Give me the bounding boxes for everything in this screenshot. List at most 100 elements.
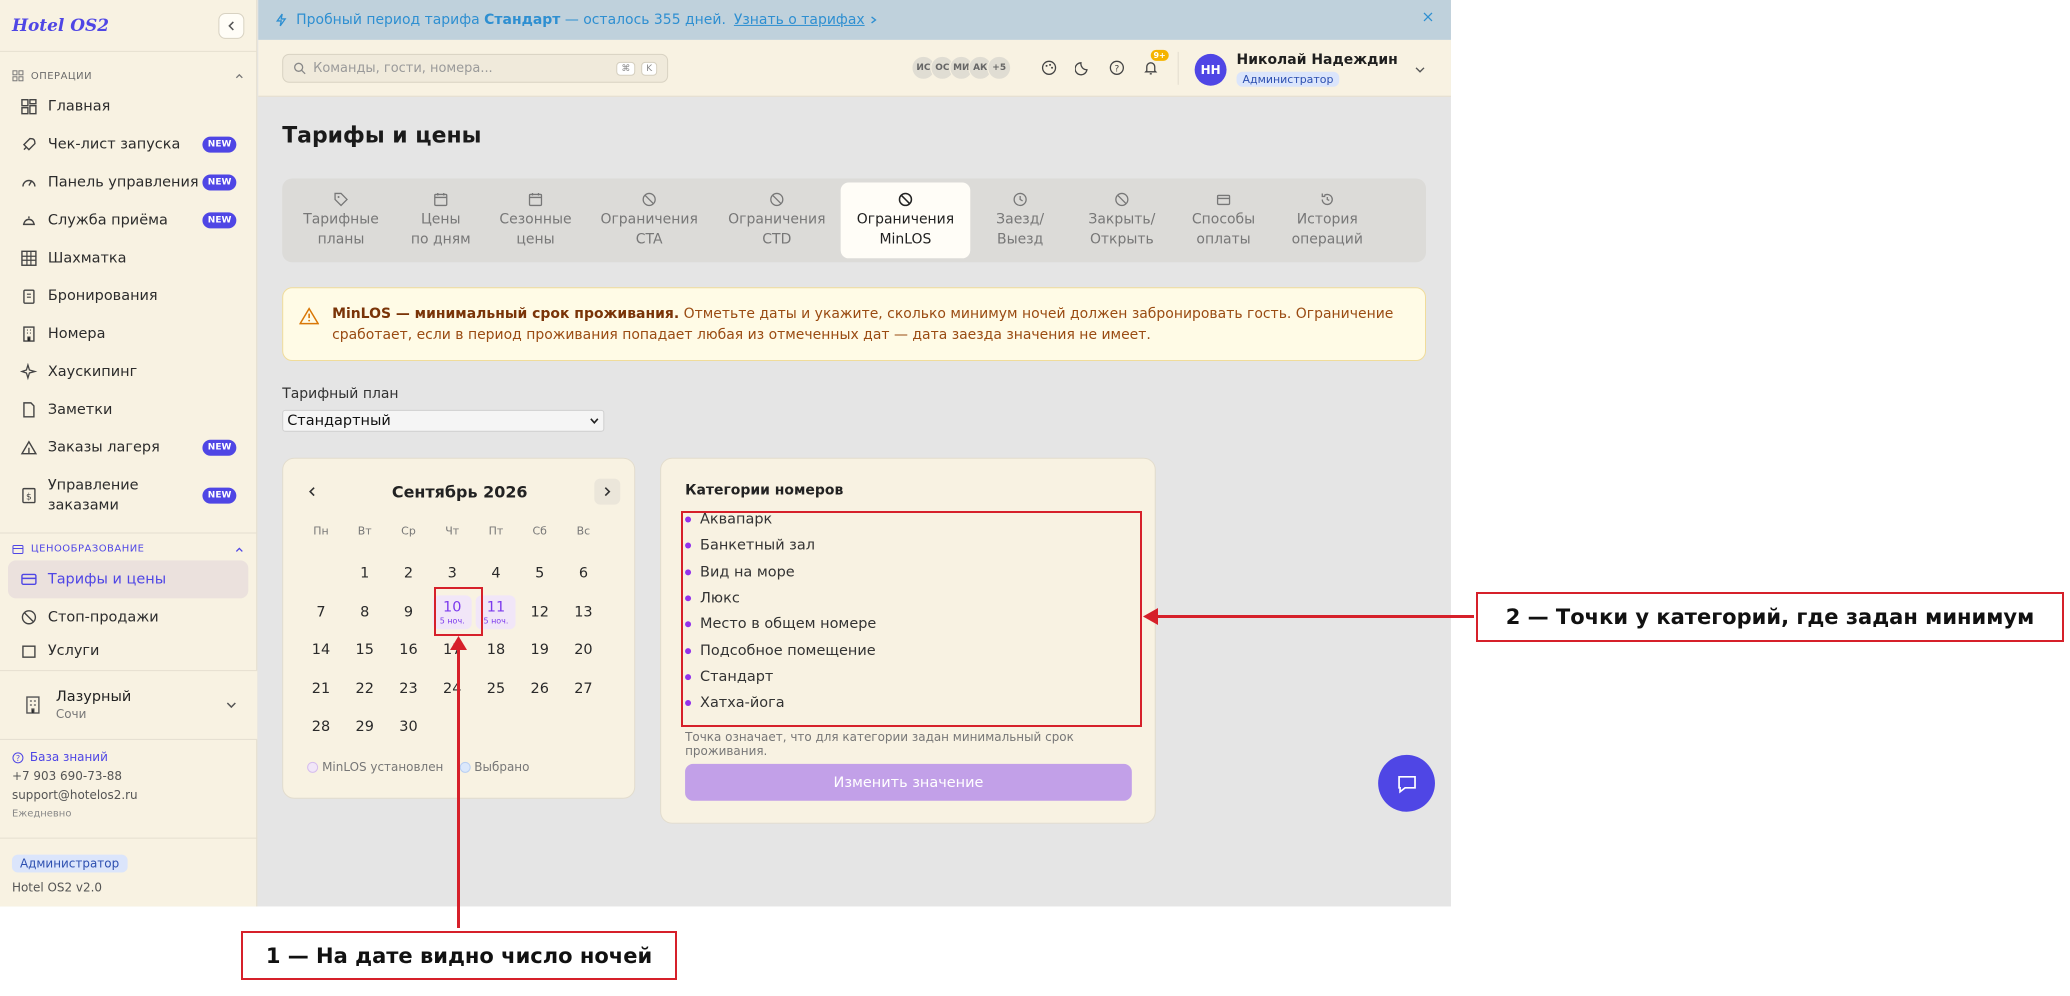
sidebar-item-launch-checklist[interactable]: Чек-лист запуска NEW <box>8 126 248 164</box>
calendar-day[interactable]: 29 <box>345 710 385 744</box>
calendar-day[interactable]: 15 <box>345 633 385 667</box>
calendar-day[interactable]: 24 <box>432 672 472 706</box>
calendar-day[interactable]: 4 <box>476 556 516 590</box>
clipboard-icon <box>23 289 35 304</box>
day-number: 4 <box>491 565 501 582</box>
calendar-day[interactable]: 18 <box>476 633 516 667</box>
calendar-day[interactable]: 23 <box>389 672 429 706</box>
change-value-button[interactable]: Изменить значение <box>685 763 1132 801</box>
calendar-blank <box>299 554 343 592</box>
building-icon <box>23 326 35 342</box>
calendar-day[interactable]: 12 <box>520 595 560 629</box>
sidebar-nav-operations: Главная Чек-лист запуска NEW Панель упра… <box>0 88 256 525</box>
sparkle-icon <box>19 362 38 381</box>
support-email[interactable]: support@hotelos2.ru <box>12 786 138 805</box>
theme-palette-button[interactable] <box>1036 55 1062 81</box>
ban-icon <box>898 192 913 207</box>
sidebar-item-stop-sales[interactable]: Стоп-продажи <box>8 598 248 636</box>
calendar-day[interactable]: 14 <box>301 633 341 667</box>
app-logo[interactable]: Hotel OS2 <box>12 15 109 35</box>
calendar-day[interactable]: 30 <box>389 710 429 744</box>
sidebar-collapse-button[interactable] <box>218 12 245 39</box>
calendar-day[interactable]: 3 <box>432 556 472 590</box>
calendar-day[interactable]: 1 <box>345 556 385 590</box>
calendar-day[interactable]: 13 <box>564 595 604 629</box>
day-number: 6 <box>578 565 589 582</box>
calendar-day[interactable]: 25 <box>476 672 516 706</box>
tab-label-1: Цены <box>420 211 461 228</box>
sidebar-item-housekeeping[interactable]: Хаускипинг <box>8 353 248 391</box>
sidebar-item-rates[interactable]: Тарифы и цены <box>7 560 249 599</box>
tab-rate-plans[interactable]: Тарифные планы <box>286 182 396 258</box>
sidebar-item-chessboard[interactable]: Шахматка <box>8 239 248 277</box>
new-badge: NEW <box>202 487 237 504</box>
notifications-button[interactable]: 9+ <box>1138 49 1169 81</box>
weekday-label: Пн <box>313 524 329 538</box>
day-number: 14 <box>311 642 331 659</box>
next-month-button[interactable] <box>594 478 621 505</box>
sidebar-item-services[interactable]: Услуги <box>8 636 248 666</box>
calendar-day[interactable]: 16 <box>389 633 429 667</box>
calendar-day[interactable]: 5 <box>520 556 560 590</box>
tab-seasonal-prices[interactable]: Сезонные цены <box>486 182 586 258</box>
support-phone[interactable]: +7 903 690-73-88 <box>12 767 138 786</box>
online-users[interactable]: ИС ОС МИ АК +5 <box>911 55 1012 80</box>
sidebar-item-rooms[interactable]: Номера <box>8 315 248 353</box>
tab-ctd[interactable]: Ограничения CTD <box>713 182 841 258</box>
close-icon[interactable] <box>1421 10 1435 24</box>
sidebar-item-dashboard[interactable]: Панель управления NEW <box>8 164 248 202</box>
moon-icon <box>1074 62 1088 76</box>
tab-label-2: цены <box>516 231 555 248</box>
calendar-day[interactable]: 20 <box>564 633 604 667</box>
calendar-day[interactable]: 7 <box>301 595 341 629</box>
sidebar-section-pricing[interactable]: ЦЕНООБРАЗОВАНИЕ <box>0 532 257 561</box>
search-input[interactable]: Команды, гости, номера... ⌘ K <box>282 53 669 83</box>
chat-button[interactable] <box>1378 754 1435 812</box>
prev-month-button[interactable] <box>299 479 325 505</box>
calendar-day[interactable]: 22 <box>345 672 385 706</box>
sidebar-item-label: Чек-лист запуска <box>47 136 181 153</box>
sidebar-item-camp-orders[interactable]: Заказы лагеря NEW <box>8 429 248 467</box>
tab-payment-methods[interactable]: Способы оплаты <box>1174 182 1274 258</box>
tab-cta[interactable]: Ограничения CTA <box>585 182 713 258</box>
calendar-day[interactable]: 19 <box>520 633 560 667</box>
tab-daily-prices[interactable]: Цены по дням <box>396 182 486 258</box>
sidebar-item-home[interactable]: Главная <box>8 88 248 126</box>
calendar-day[interactable]: 26 <box>520 672 560 706</box>
knowledge-base-link[interactable]: ? База знаний <box>12 748 138 767</box>
sidebar-item-order-management[interactable]: $ Управление заказами NEW <box>8 467 248 525</box>
help-button[interactable]: ? <box>1104 55 1130 81</box>
alert-title: MinLOS — минимальный срок проживания. <box>332 306 680 323</box>
hotel-switcher[interactable]: Лазурный Сочи <box>0 670 258 740</box>
calendar-day[interactable]: 28 <box>301 710 341 744</box>
svg-text:?: ? <box>1114 64 1119 74</box>
calendar-day[interactable]: 21 <box>301 672 341 706</box>
calendar-day[interactable]: 9 <box>389 595 429 629</box>
rocket-icon <box>22 137 36 151</box>
sidebar-item-bookings[interactable]: Бронирования <box>8 277 248 315</box>
dollar-icon: $ <box>22 487 36 504</box>
calendar-day[interactable]: 2 <box>389 556 429 590</box>
kbd-k: K <box>641 61 658 76</box>
day-number: 19 <box>530 642 549 659</box>
sidebar-item-notes[interactable]: Заметки <box>8 391 248 429</box>
calendar-legend: MinLOS установлен Выбрано <box>307 760 529 774</box>
plans-link[interactable]: Узнать о тарифах <box>734 12 865 28</box>
sidebar-section-operations[interactable]: ОПЕРАЦИИ <box>0 64 256 88</box>
tab-close-open[interactable]: Закрыть/ Открыть <box>1070 182 1174 258</box>
dark-mode-button[interactable] <box>1070 55 1096 81</box>
calendar-day[interactable]: 6 <box>564 556 604 590</box>
tab-minlos[interactable]: Ограничения MinLOS <box>840 182 971 259</box>
calendar-grid: 1 2 3 4 5 6 7 8 9 10 5 ноч. 11 5 ноч. 12 13 14 15 16 17 18 1… <box>299 554 605 746</box>
calendar-day[interactable]: 8 <box>345 595 385 629</box>
tab-checkin-checkout[interactable]: Заезд/ Выезд <box>970 182 1070 258</box>
calendar-day[interactable]: 27 <box>564 672 604 706</box>
sidebar-item-label: Хаускипинг <box>47 363 138 380</box>
avatar-more[interactable]: +5 <box>987 55 1012 80</box>
sidebar-item-front-desk[interactable]: Служба приёма NEW <box>8 201 248 239</box>
tab-history[interactable]: История операций <box>1273 182 1381 258</box>
hotel-city: Сочи <box>55 707 87 721</box>
tab-label-1: Способы <box>1191 211 1256 228</box>
user-menu[interactable]: НН Николай Надеждин Администратор <box>1194 52 1426 87</box>
rate-plan-select[interactable]: Стандартный <box>282 409 605 432</box>
